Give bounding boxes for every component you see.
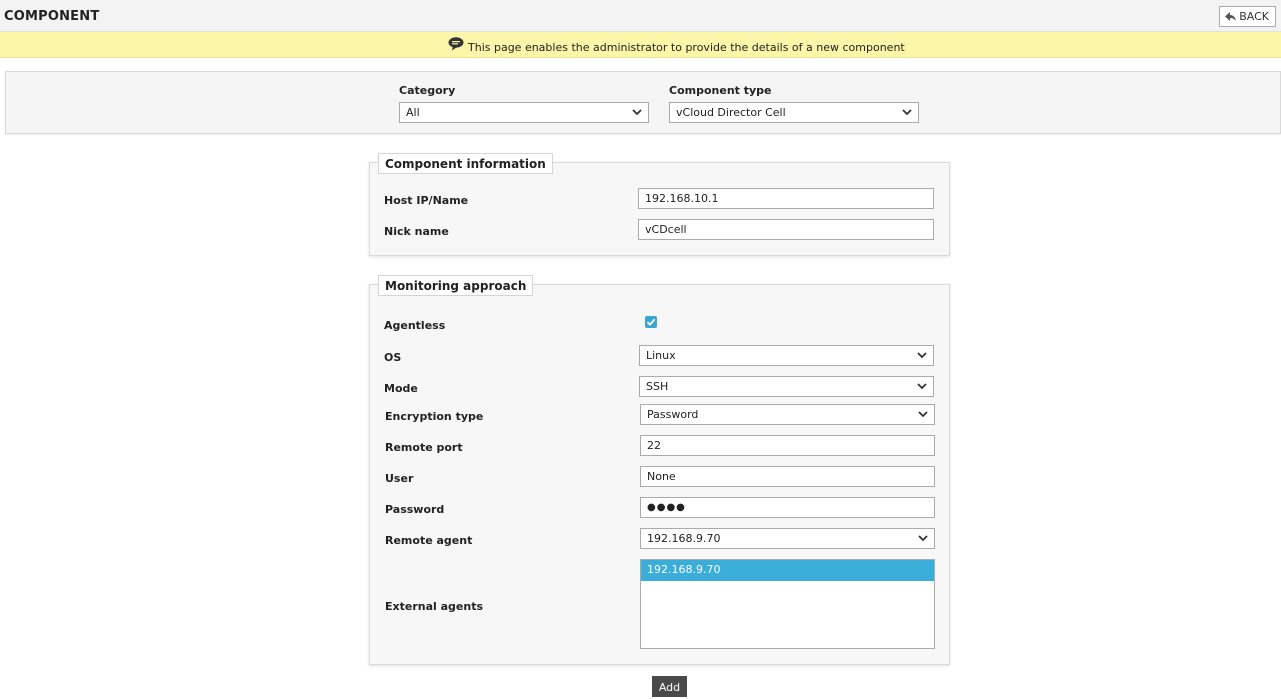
encryption-type-value: Password (647, 408, 699, 421)
external-agents-listbox[interactable]: 192.168.9.70 (640, 559, 935, 649)
external-agents-label: External agents (385, 600, 484, 613)
os-label: OS (384, 351, 402, 364)
info-banner: This page enables the administrator to p… (0, 32, 1281, 58)
user-label: User (385, 472, 414, 485)
speech-bubble-icon (448, 36, 464, 54)
page-title: COMPONENT (4, 9, 100, 24)
chevron-down-icon (632, 107, 642, 120)
chevron-down-icon (917, 381, 927, 394)
back-arrow-icon (1225, 11, 1237, 22)
component-info-panel (369, 162, 950, 256)
add-button[interactable]: Add (652, 676, 687, 697)
back-button[interactable]: BACK (1219, 6, 1276, 27)
back-label: BACK (1239, 10, 1269, 23)
category-value: All (406, 106, 420, 119)
remote-agent-label: Remote agent (385, 534, 473, 547)
category-select[interactable]: All (399, 102, 649, 123)
user-input[interactable]: None (640, 466, 935, 487)
remote-agent-value: 192.168.9.70 (647, 532, 721, 545)
category-label: Category (399, 84, 456, 97)
component-type-select[interactable]: vCloud Director Cell (669, 102, 919, 123)
chevron-down-icon (902, 107, 912, 120)
mode-value: SSH (646, 380, 669, 393)
info-text: This page enables the administrator to p… (468, 41, 905, 54)
nick-name-label: Nick name (384, 225, 449, 238)
host-input[interactable]: 192.168.10.1 (638, 188, 934, 209)
list-item[interactable]: 192.168.9.70 (641, 560, 934, 581)
component-type-label: Component type (669, 84, 772, 97)
chevron-down-icon (917, 350, 927, 363)
password-label: Password (385, 503, 445, 516)
encryption-type-select[interactable]: Password (640, 404, 935, 425)
os-value: Linux (646, 349, 676, 362)
agentless-label: Agentless (384, 319, 446, 332)
agentless-checkbox[interactable] (645, 316, 657, 328)
chevron-down-icon (918, 533, 928, 546)
monitoring-legend: Monitoring approach (378, 275, 534, 296)
check-icon (645, 318, 657, 331)
component-info-legend: Component information (378, 153, 553, 174)
os-select[interactable]: Linux (639, 345, 934, 366)
nick-name-input[interactable]: vCDcell (638, 219, 934, 240)
component-type-value: vCloud Director Cell (676, 106, 786, 119)
password-input[interactable]: ●●●● (640, 497, 935, 518)
mode-label: Mode (384, 382, 418, 395)
remote-port-input[interactable]: 22 (640, 435, 935, 456)
encryption-type-label: Encryption type (385, 410, 484, 423)
remote-agent-select[interactable]: 192.168.9.70 (640, 528, 935, 549)
mode-select[interactable]: SSH (639, 376, 934, 397)
remote-port-label: Remote port (385, 441, 463, 454)
title-bar: COMPONENT BACK (0, 0, 1281, 32)
chevron-down-icon (918, 409, 928, 422)
host-label: Host IP/Name (384, 194, 469, 207)
